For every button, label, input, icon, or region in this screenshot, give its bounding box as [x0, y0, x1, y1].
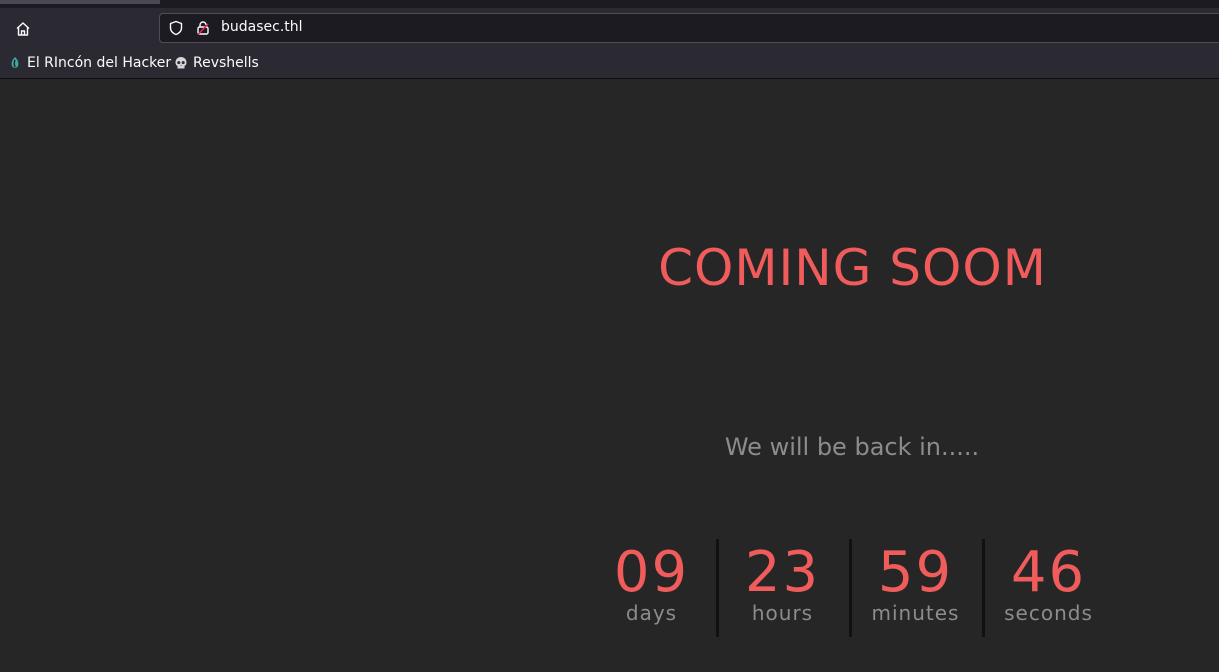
countdown-seconds: 46 seconds [982, 537, 1115, 637]
seconds-label: seconds [1004, 601, 1093, 625]
countdown-hours: 23 hours [716, 537, 849, 637]
days-value: 09 [613, 540, 690, 605]
url-text[interactable]: budasec.thl [221, 19, 303, 35]
skull-icon [174, 56, 188, 70]
bookmark-revshells[interactable]: Revshells [174, 54, 259, 72]
hours-label: hours [751, 601, 814, 625]
days-label: days [625, 601, 678, 625]
coming-soon-page: COMING SOOM We will be back in..... 09 d… [0, 79, 1219, 672]
bookmarks-toolbar: El RIncón del Hacker Revshells [0, 48, 1219, 79]
countdown-timer: 09 days 23 hours 59 minutes 46 seconds [585, 537, 1125, 637]
minutes-value: 59 [877, 540, 954, 605]
active-tab-indicator[interactable] [0, 0, 160, 4]
page-title: COMING SOOM [658, 239, 1047, 297]
hacker-corner-icon [8, 56, 22, 70]
insecure-lock-icon[interactable] [195, 20, 211, 36]
seconds-value: 46 [1010, 540, 1087, 605]
bookmark-label: El RIncón del Hacker [27, 55, 172, 71]
tracking-protection-shield-icon[interactable] [168, 20, 184, 36]
countdown-days: 09 days [585, 537, 718, 637]
home-button[interactable] [10, 16, 36, 42]
bookmark-label: Revshells [193, 55, 259, 71]
home-icon [16, 22, 30, 36]
countdown-minutes: 59 minutes [849, 537, 982, 637]
subtitle: We will be back in..... [724, 433, 980, 461]
navigation-toolbar: budasec.thl [0, 8, 1219, 48]
browser-tab-strip [0, 0, 1219, 8]
hours-value: 23 [744, 540, 821, 605]
bookmark-el-rincon-del-hacker[interactable]: El RIncón del Hacker [8, 54, 171, 72]
address-bar[interactable]: budasec.thl [159, 13, 1219, 43]
minutes-label: minutes [871, 601, 960, 625]
